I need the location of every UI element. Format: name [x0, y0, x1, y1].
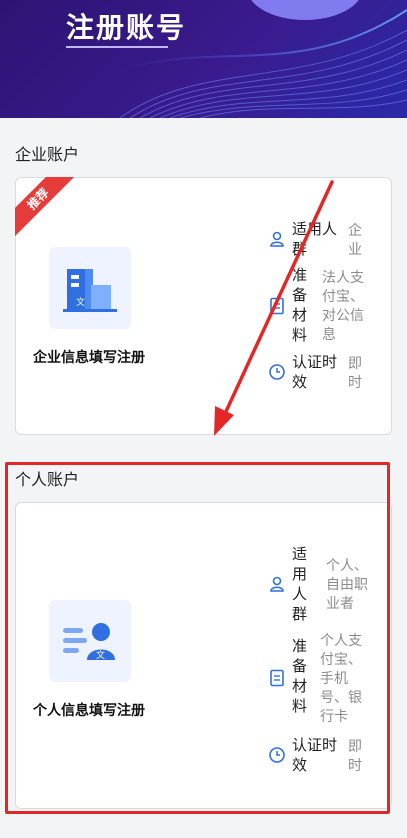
enterprise-effect-label: 认证时 效 [292, 354, 338, 391]
personal-materials-value: 个人支 付宝、 手机 号、银 行卡 [320, 632, 362, 724]
document-icon [270, 669, 284, 687]
enterprise-effect-value: 即 时 [348, 355, 362, 390]
personal-effect-value: 即 时 [348, 738, 362, 773]
page-header: 注册账号 [0, 0, 407, 118]
building-icon: 文 [63, 269, 117, 312]
user-icon [270, 576, 284, 592]
personal-section-label: 个人账户 [15, 472, 80, 489]
enterprise-card-title: 企业信息填写注册 [33, 349, 145, 365]
clock-icon [269, 747, 285, 763]
enterprise-audience-value: 企 业 [348, 222, 362, 257]
personal-effect-label: 认证时 效 [292, 737, 338, 774]
header-wave-decoration [119, 0, 407, 118]
svg-text:文: 文 [96, 649, 105, 661]
page-title: 注册账号 [66, 12, 187, 43]
personal-register-card[interactable]: 文 个人信息填写注册 适 用 人 群 个人、 自由职 业者 准 备 材 料 个人… [15, 502, 392, 809]
enterprise-audience-label: 适用人 群 [292, 221, 338, 258]
enterprise-section-label: 企业账户 [15, 147, 80, 164]
document-icon [270, 297, 284, 315]
id-card-person-icon: 文 [63, 623, 115, 661]
personal-audience-label: 适 用 人 群 [292, 546, 308, 623]
enterprise-materials-label: 准 备 材 料 [292, 267, 308, 344]
enterprise-icon: 文 [49, 247, 131, 329]
svg-text:文: 文 [76, 296, 85, 308]
recommend-badge: 推荐 [15, 177, 79, 241]
personal-card-title: 个人信息填写注册 [33, 702, 145, 718]
enterprise-materials-value: 法人支 付宝、 对公信 息 [322, 269, 364, 342]
title-underline [66, 46, 168, 48]
recommend-badge-label: 推荐 [15, 177, 77, 238]
personal-icon: 文 [49, 600, 131, 682]
user-icon [270, 231, 284, 247]
personal-materials-label: 准 备 材 料 [292, 638, 308, 715]
personal-audience-value: 个人、 自由职 业者 [326, 557, 368, 611]
enterprise-register-card[interactable]: 推荐 文 企业信息填写注册 适用人 群 企 业 准 备 材 料 法人支 付宝、 … [15, 177, 392, 435]
clock-icon [269, 364, 285, 380]
